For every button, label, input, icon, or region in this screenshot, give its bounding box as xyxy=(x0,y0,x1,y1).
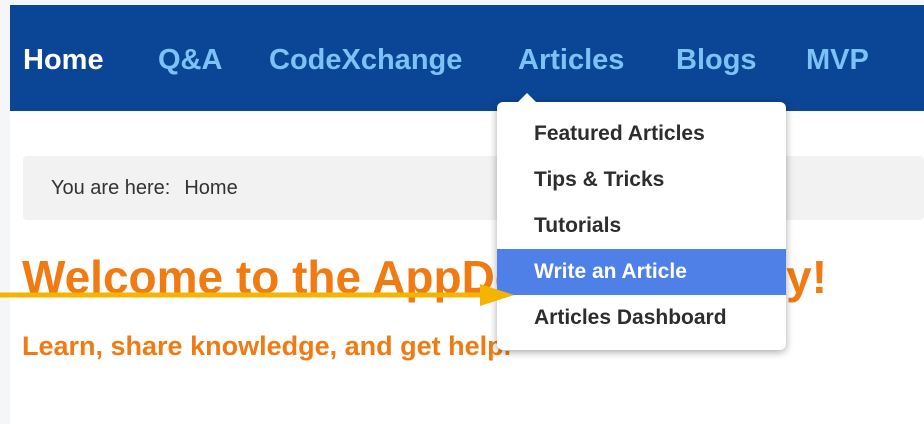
breadcrumb-prefix: You are here: xyxy=(51,177,171,199)
arrow-head xyxy=(480,284,514,306)
menu-item-tips-tricks[interactable]: Tips & Tricks xyxy=(497,157,786,203)
arrow-right-icon xyxy=(0,284,514,306)
top-nav: Home Q&A CodeXchange Articles Blogs MVP xyxy=(10,5,924,111)
menu-item-write-article[interactable]: Write an Article xyxy=(497,249,786,295)
breadcrumb-home-link[interactable]: Home xyxy=(184,177,237,199)
nav-item-qa[interactable]: Q&A xyxy=(158,42,222,78)
nav-item-articles[interactable]: Articles xyxy=(518,42,624,78)
page-frame-left xyxy=(0,0,10,424)
nav-item-blogs[interactable]: Blogs xyxy=(676,42,757,78)
page-subtitle: Learn, share knowledge, and get help. xyxy=(22,331,512,361)
breadcrumb: You are here: Home xyxy=(23,156,924,220)
page: Home Q&A CodeXchange Articles Blogs MVP … xyxy=(0,0,924,424)
menu-item-tutorials[interactable]: Tutorials xyxy=(497,203,786,249)
articles-dropdown-menu: Featured Articles Tips & Tricks Tutorial… xyxy=(497,102,786,350)
nav-item-codexchange[interactable]: CodeXchange xyxy=(269,42,462,78)
menu-item-featured-articles[interactable]: Featured Articles xyxy=(497,111,786,157)
menu-item-articles-dashboard[interactable]: Articles Dashboard xyxy=(497,295,786,341)
dropdown-caret xyxy=(517,93,537,103)
nav-item-home[interactable]: Home xyxy=(23,42,104,78)
nav-item-mvp[interactable]: MVP xyxy=(806,42,869,78)
breadcrumb-text: You are here: Home xyxy=(51,176,238,200)
